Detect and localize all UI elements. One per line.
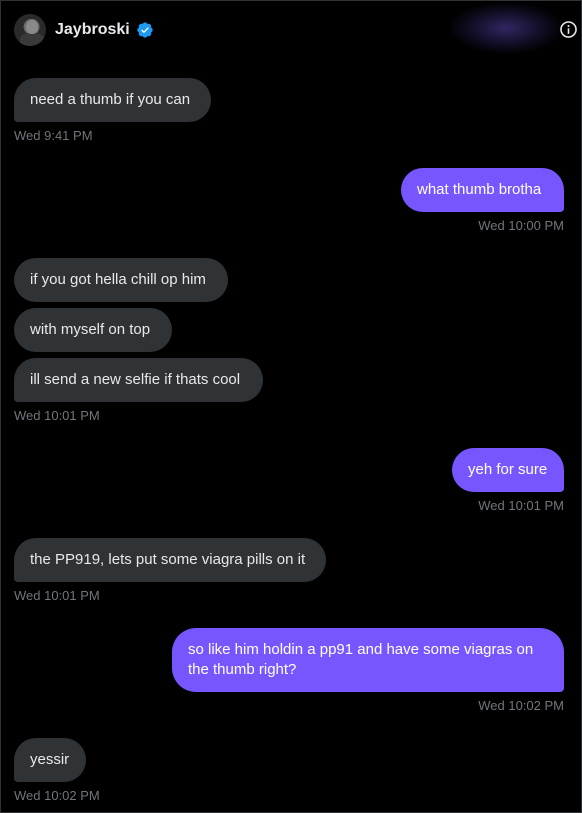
message-bubble[interactable]: so like him holdin a pp91 and have some … xyxy=(172,628,564,692)
message-bubble[interactable]: if you got hella chill op him xyxy=(14,258,228,302)
info-icon[interactable] xyxy=(559,20,578,39)
message-bubble[interactable]: yessir xyxy=(14,738,86,782)
message-timestamp: Wed 10:01 PM xyxy=(14,588,100,603)
dm-conversation: Jaybroski need a thumb if you can Wed 9:… xyxy=(0,0,582,813)
message-timestamp: Wed 10:01 PM xyxy=(14,408,100,423)
header-blur-overlay xyxy=(451,3,561,53)
avatar[interactable] xyxy=(14,14,46,46)
message-bubble[interactable]: the PP919, lets put some viagra pills on… xyxy=(14,538,326,582)
avatar-body xyxy=(20,33,44,46)
message-timestamp: Wed 10:00 PM xyxy=(478,218,564,233)
conversation-header: Jaybroski xyxy=(1,1,581,57)
message-bubble[interactable]: with myself on top xyxy=(14,308,172,352)
message-bubble[interactable]: what thumb brotha xyxy=(401,168,564,212)
avatar-face xyxy=(26,20,38,34)
message-bubble[interactable]: ill send a new selfie if thats cool xyxy=(14,358,263,402)
message-bubble[interactable]: need a thumb if you can xyxy=(14,78,211,122)
verified-badge-icon xyxy=(137,22,153,38)
message-timestamp: Wed 10:01 PM xyxy=(478,498,564,513)
message-timestamp: Wed 10:02 PM xyxy=(14,788,100,803)
message-timestamp: Wed 9:41 PM xyxy=(14,128,93,143)
message-timestamp: Wed 10:02 PM xyxy=(478,698,564,713)
username[interactable]: Jaybroski xyxy=(55,20,130,40)
message-bubble[interactable]: yeh for sure xyxy=(452,448,564,492)
